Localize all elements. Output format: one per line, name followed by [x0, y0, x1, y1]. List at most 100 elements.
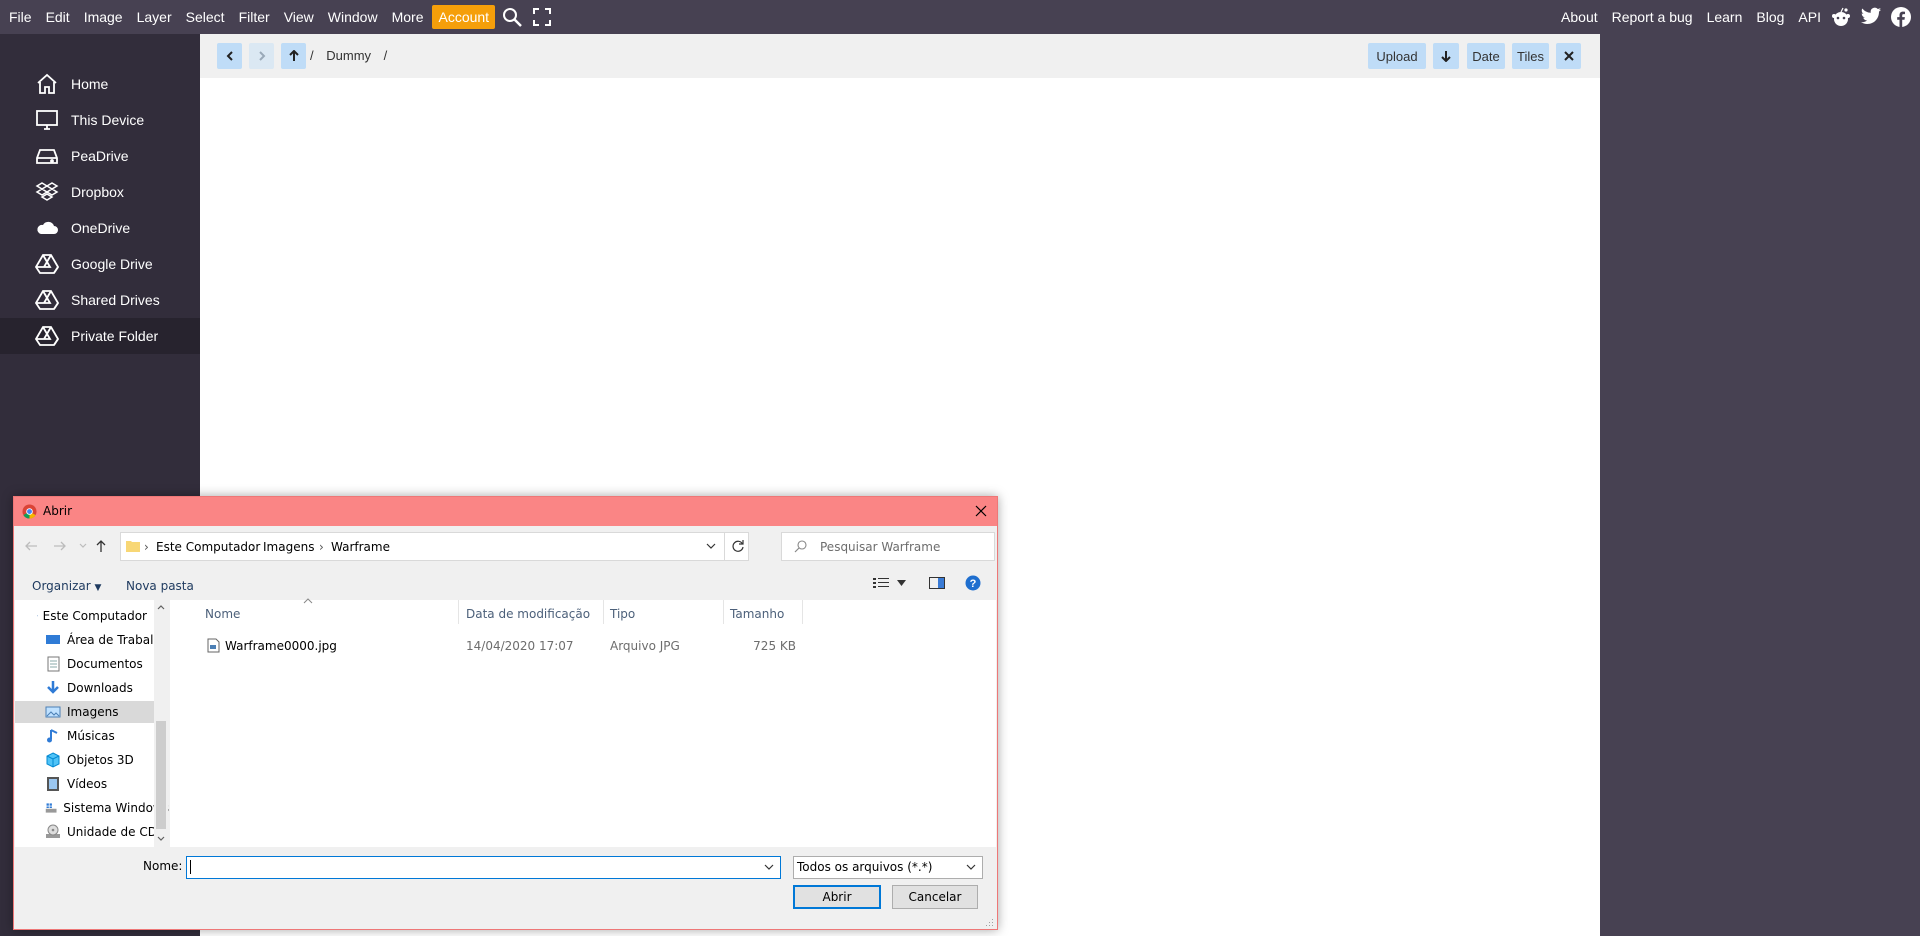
- sidebar-item-this-device[interactable]: This Device: [0, 102, 200, 138]
- sidebar-item-label: OneDrive: [71, 220, 131, 236]
- address-bar[interactable]: › Este Computador › Imagens › Warframe: [120, 532, 749, 561]
- scroll-thumb[interactable]: [156, 721, 166, 829]
- sidebar-item-google-drive[interactable]: Google Drive: [0, 246, 200, 282]
- folder-icon: [126, 541, 140, 552]
- search-icon[interactable]: [499, 5, 525, 29]
- view-tiles-button[interactable]: Tiles: [1512, 43, 1549, 69]
- caret-down-icon: ▼: [94, 583, 102, 593]
- breadcrumb-separator: /: [383, 48, 388, 63]
- nav-item-documents[interactable]: Documentos: [45, 653, 169, 675]
- fullscreen-icon[interactable]: [529, 5, 555, 29]
- nav-item-3d-objects[interactable]: Objetos 3D: [45, 749, 169, 771]
- sidebar-item-private-folder[interactable]: Private Folder: [0, 318, 200, 354]
- forward-button[interactable]: [249, 43, 274, 69]
- breadcrumb-separator: /: [310, 48, 314, 63]
- file-date: 14/04/2020 17:07: [466, 639, 574, 653]
- arrow-down-icon: [1441, 51, 1451, 62]
- menu-report-bug[interactable]: Report a bug: [1605, 5, 1700, 29]
- open-file-dialog: Abrir › Este Computador › Imagens › Warf…: [13, 496, 998, 930]
- menu-blog[interactable]: Blog: [1749, 5, 1791, 29]
- menu-file[interactable]: File: [2, 5, 39, 29]
- cloud-icon: [34, 215, 60, 241]
- address-segment[interactable]: Este Computador: [156, 540, 260, 554]
- nav-item-videos[interactable]: Vídeos: [45, 773, 169, 795]
- menu-window[interactable]: Window: [321, 5, 385, 29]
- sidebar-item-label: Dropbox: [71, 184, 124, 200]
- chrome-icon: [22, 504, 37, 519]
- recent-locations-icon[interactable]: [79, 543, 87, 549]
- menu-filter[interactable]: Filter: [232, 5, 277, 29]
- close-icon[interactable]: [975, 505, 987, 517]
- sidebar-item-peadrive[interactable]: PeaDrive: [0, 138, 200, 174]
- file-row[interactable]: Warframe0000.jpg 14/04/2020 17:07 Arquiv…: [170, 600, 810, 670]
- new-folder-button[interactable]: Nova pasta: [126, 579, 194, 593]
- dialog-titlebar: Abrir: [14, 497, 997, 526]
- sort-direction-button[interactable]: [1433, 43, 1459, 69]
- cancel-button[interactable]: Cancelar: [892, 885, 978, 909]
- sidebar-item-onedrive[interactable]: OneDrive: [0, 210, 200, 246]
- organize-label: Organizar: [32, 579, 91, 593]
- download-arrow-icon: [47, 681, 59, 694]
- account-button[interactable]: Account: [432, 5, 496, 29]
- close-icon: [1563, 51, 1574, 61]
- forward-arrow-icon[interactable]: [53, 539, 67, 553]
- chevron-left-icon: [226, 51, 233, 61]
- menu-select[interactable]: Select: [179, 5, 232, 29]
- resize-grip-icon[interactable]: [985, 918, 994, 927]
- sidebar-item-shared-drives[interactable]: Shared Drives: [0, 282, 200, 318]
- nav-item-music[interactable]: Músicas: [45, 725, 169, 747]
- scroll-up-icon[interactable]: [157, 604, 165, 610]
- nav-item-this-pc[interactable]: Este Computador: [37, 605, 147, 627]
- sort-date-button[interactable]: Date: [1467, 43, 1505, 69]
- breadcrumb-folder[interactable]: Dummy: [326, 48, 371, 63]
- chevron-right-icon: ›: [144, 540, 149, 554]
- nav-item-downloads[interactable]: Downloads: [45, 677, 169, 699]
- menu-layer[interactable]: Layer: [130, 5, 179, 29]
- nav-item-cd-drive[interactable]: Unidade de CD (: [45, 821, 169, 843]
- reddit-icon[interactable]: [1828, 5, 1854, 29]
- sidebar-item-dropbox[interactable]: Dropbox: [0, 174, 200, 210]
- open-button[interactable]: Abrir: [793, 885, 881, 909]
- menu-about[interactable]: About: [1554, 5, 1605, 29]
- chevron-down-icon[interactable]: [764, 864, 774, 871]
- menu-image[interactable]: Image: [77, 5, 130, 29]
- sidebar-item-label: Private Folder: [71, 328, 159, 344]
- menu-api[interactable]: API: [1791, 5, 1828, 29]
- nav-item-desktop[interactable]: Área de Trabalho: [45, 629, 169, 651]
- help-icon[interactable]: ?: [965, 575, 981, 591]
- organize-button[interactable]: Organizar ▼: [32, 579, 101, 593]
- menu-view[interactable]: View: [277, 5, 321, 29]
- text-cursor: [190, 860, 191, 874]
- search-icon: [794, 540, 807, 553]
- nav-item-windows-drive[interactable]: Sistema Windows: [45, 797, 169, 819]
- music-icon: [47, 729, 58, 743]
- nav-item-pictures[interactable]: Imagens: [15, 701, 154, 723]
- caret-down-icon[interactable]: [897, 580, 906, 586]
- twitter-icon[interactable]: [1858, 5, 1884, 29]
- address-segment[interactable]: Warframe: [331, 540, 390, 554]
- menu-learn[interactable]: Learn: [1700, 5, 1750, 29]
- back-arrow-icon[interactable]: [24, 539, 38, 553]
- menu-edit[interactable]: Edit: [39, 5, 77, 29]
- up-button[interactable]: [281, 43, 306, 69]
- nav-scrollbar[interactable]: [154, 600, 168, 847]
- scroll-down-icon[interactable]: [157, 836, 165, 842]
- back-button[interactable]: [217, 43, 242, 69]
- sidebar-item-home[interactable]: Home: [0, 66, 200, 102]
- view-options-icon[interactable]: [873, 576, 891, 590]
- filename-input[interactable]: [186, 856, 781, 879]
- refresh-icon[interactable]: [731, 539, 745, 553]
- nav-item-label: Este Computador: [42, 609, 147, 623]
- address-segment[interactable]: Imagens: [263, 540, 314, 554]
- nav-item-label: Downloads: [67, 681, 133, 695]
- file-type-select[interactable]: Todos os arquivos (*.*): [793, 856, 983, 879]
- up-arrow-icon[interactable]: [94, 539, 108, 553]
- chevron-down-icon[interactable]: [706, 543, 716, 550]
- close-button[interactable]: [1556, 43, 1581, 69]
- search-input[interactable]: Pesquisar Warframe: [781, 532, 995, 561]
- menu-more[interactable]: More: [385, 5, 431, 29]
- nav-item-label: Documentos: [67, 657, 143, 671]
- preview-pane-icon[interactable]: [929, 576, 945, 590]
- facebook-icon[interactable]: [1888, 5, 1914, 29]
- upload-button[interactable]: Upload: [1368, 43, 1426, 69]
